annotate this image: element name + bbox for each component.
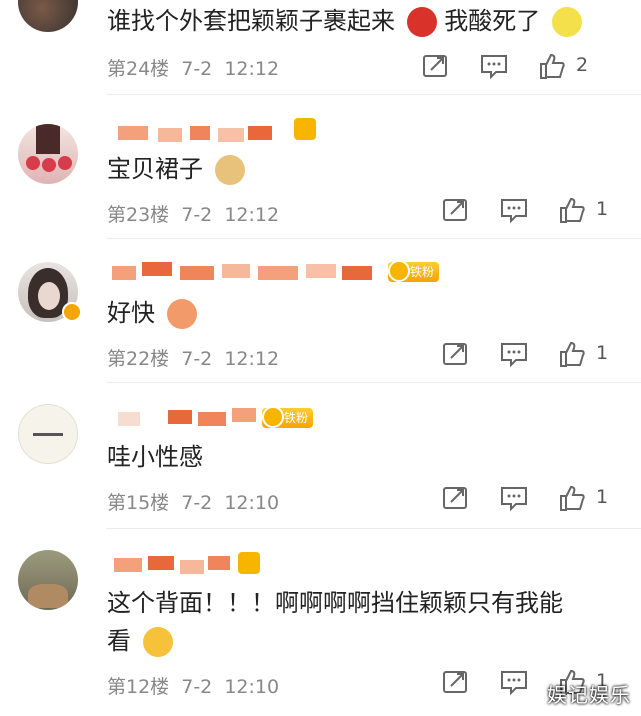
share-icon[interactable] [441, 340, 471, 368]
comment-icon[interactable] [499, 484, 529, 512]
comment-item: 铁粉 哇小性感 第15楼 7-2 12:10 1 [0, 384, 641, 526]
divider [106, 238, 641, 239]
crown-icon [388, 260, 410, 282]
scared-face-emoji-icon [142, 627, 173, 657]
doge-emoji-icon [214, 155, 245, 185]
floor-number: 第15楼 [107, 492, 170, 514]
comment-date: 7-2 [181, 492, 213, 514]
comment-time: 12:12 [224, 58, 280, 80]
comment-icon[interactable] [499, 668, 529, 696]
crown-icon [262, 406, 284, 428]
angry-bird-emoji-icon [406, 7, 437, 37]
watermark: 娱记娱乐 [547, 683, 631, 707]
share-icon[interactable] [421, 52, 451, 80]
avatar[interactable] [18, 124, 78, 184]
thumbs-up-icon[interactable] [537, 52, 567, 80]
floor-number: 第24楼 [107, 58, 170, 80]
comment-time: 12:10 [224, 676, 280, 698]
comment-actions: 1 [441, 196, 621, 226]
like-count: 1 [596, 342, 609, 364]
username[interactable] [108, 552, 248, 574]
comment-item: 这个背面！！！啊啊啊啊挡住颖颖只有我能 看 第12楼 7-2 12:10 1 [0, 530, 641, 716]
divider [106, 94, 641, 95]
username[interactable] [108, 122, 308, 144]
comment-item: 铁粉 好快 第22楼 7-2 12:12 1 [0, 240, 641, 380]
thumbs-up-icon[interactable] [557, 196, 587, 224]
comment-item: 宝贝裙子 第23楼 7-2 12:12 1 [0, 96, 641, 236]
comment-time: 12:12 [224, 204, 280, 226]
comment-time: 12:12 [224, 348, 280, 370]
comment-meta: 第15楼 7-2 12:10 [107, 488, 279, 515]
like-count: 1 [596, 198, 609, 220]
floor-number: 第22楼 [107, 348, 170, 370]
comment-date: 7-2 [181, 676, 213, 698]
divider [106, 382, 641, 383]
floor-number: 第23楼 [107, 204, 170, 226]
like-count: 1 [596, 486, 609, 508]
fan-crown-icon [238, 552, 260, 574]
comment-meta: 第22楼 7-2 12:12 [107, 344, 279, 371]
comment-item: 谁找个外套把颖颖子裹起来 我酸死了 第24楼 7-2 12:12 2 [0, 0, 641, 92]
comment-text: 宝贝裙子 [107, 150, 245, 188]
comment-actions: 1 [441, 340, 621, 370]
verified-badge-icon [62, 302, 82, 322]
comment-icon[interactable] [499, 196, 529, 224]
comment-text: 谁找个外套把颖颖子裹起来 我酸死了 [107, 2, 582, 40]
share-icon[interactable] [441, 484, 471, 512]
comment-actions: 2 [421, 52, 621, 82]
fan-badge: 铁粉 [388, 260, 440, 282]
comment-text-continued: 看 [107, 622, 173, 660]
comment-meta: 第24楼 7-2 12:12 [107, 54, 279, 81]
avatar[interactable] [18, 404, 78, 464]
comment-text: 好快 [107, 294, 197, 332]
share-icon[interactable] [441, 196, 471, 224]
avatar[interactable] [18, 550, 78, 610]
comment-date: 7-2 [181, 204, 213, 226]
comment-text: 这个背面！！！啊啊啊啊挡住颖颖只有我能 [107, 589, 563, 617]
cute-face-emoji-icon [166, 299, 197, 329]
comment-meta: 第12楼 7-2 12:10 [107, 672, 279, 699]
sour-lemon-emoji-icon [551, 7, 582, 37]
username[interactable] [108, 260, 378, 282]
comment-time: 12:10 [224, 492, 280, 514]
fan-crown-icon [294, 118, 316, 140]
comment-text: 哇小性感 [107, 443, 203, 471]
comment-icon[interactable] [499, 340, 529, 368]
comment-meta: 第23楼 7-2 12:12 [107, 200, 279, 227]
thumbs-up-icon[interactable] [557, 484, 587, 512]
thumbs-up-icon[interactable] [557, 340, 587, 368]
username[interactable] [108, 406, 288, 428]
floor-number: 第12楼 [107, 676, 170, 698]
avatar[interactable] [18, 0, 78, 32]
comment-date: 7-2 [181, 58, 213, 80]
fan-badge: 铁粉 [262, 406, 314, 428]
share-icon[interactable] [441, 668, 471, 696]
comment-icon[interactable] [479, 52, 509, 80]
divider [106, 528, 641, 529]
comment-date: 7-2 [181, 348, 213, 370]
comment-actions: 1 [441, 484, 621, 514]
like-count: 2 [576, 54, 589, 76]
